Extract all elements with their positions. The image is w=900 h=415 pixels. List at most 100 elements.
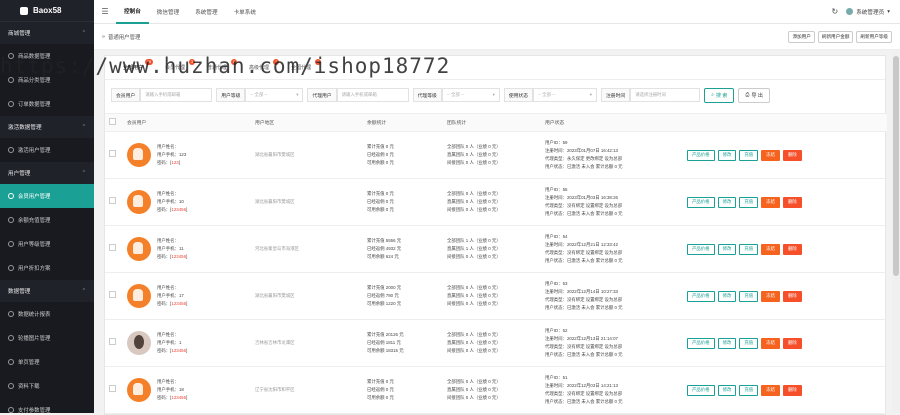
checkbox[interactable]: [109, 244, 116, 251]
delete-button[interactable]: 删除: [783, 197, 802, 208]
row-select[interactable]: [105, 320, 123, 367]
sidebar-item[interactable]: 用户等级管理: [0, 232, 94, 256]
app-logo[interactable]: Baox58: [0, 0, 94, 22]
freeze-button[interactable]: 冻结: [761, 244, 780, 255]
user-tab[interactable]: 高级代理1: [239, 56, 279, 80]
checkbox[interactable]: [109, 338, 116, 345]
menu-item-icon: [8, 77, 14, 83]
region-cell: 辽宁省沈阳市和平区: [251, 367, 363, 414]
status-cell: 用户ID：53注册时间：2022年12月14日 10:27:33代理类型：没有绑…: [541, 273, 683, 320]
row-select[interactable]: [105, 367, 123, 414]
sidebar-item[interactable]: 单页管理: [0, 350, 94, 374]
price-button[interactable]: 产品价格: [687, 291, 715, 302]
user-tab[interactable]: 普通代理8: [197, 56, 237, 80]
user-tab[interactable]: 全部用户99: [113, 56, 153, 80]
freeze-button[interactable]: 冻结: [761, 385, 780, 396]
delete-button[interactable]: 删除: [783, 244, 802, 255]
menu-item-icon: [8, 147, 14, 153]
price-button[interactable]: 产品价格: [687, 197, 715, 208]
member-input[interactable]: 请输入手机或邮箱: [140, 88, 212, 102]
page-scrollbar[interactable]: [892, 50, 900, 413]
checkbox[interactable]: [109, 291, 116, 298]
sidebar-item[interactable]: 会员用户管理: [0, 184, 94, 208]
user-tab[interactable]: 全国代理1: [281, 56, 321, 80]
search-button[interactable]: ⌕搜 索: [704, 88, 734, 103]
sidebar-item[interactable]: 支付参数管理: [0, 398, 94, 413]
recharge-button[interactable]: 充值: [739, 244, 758, 255]
sidebar-item[interactable]: 激活用户管理: [0, 138, 94, 162]
sidebar-item[interactable]: 订单数据管理: [0, 92, 94, 116]
sidebar-group-label: 商城管理: [8, 29, 30, 37]
row-select[interactable]: [105, 226, 123, 273]
user-menu[interactable]: 系统管理员 ▾: [846, 8, 890, 16]
delete-button[interactable]: 删除: [783, 291, 802, 302]
price-button[interactable]: 产品价格: [687, 385, 715, 396]
member-filter-label: 会员用户: [111, 88, 140, 102]
time-input[interactable]: 请选择注册时间: [630, 88, 700, 102]
top-nav-item[interactable]: 系统管理: [187, 0, 225, 24]
price-button[interactable]: 产品价格: [687, 150, 715, 161]
level-select[interactable]: -- 全部 --▾: [245, 88, 303, 102]
recharge-button[interactable]: 充值: [739, 197, 758, 208]
delete-button[interactable]: 删除: [783, 385, 802, 396]
checkbox[interactable]: [109, 118, 116, 125]
row-select[interactable]: [105, 132, 123, 179]
status-select[interactable]: -- 全部 --▾: [533, 88, 597, 102]
freeze-button[interactable]: 冻结: [761, 338, 780, 349]
delete-button[interactable]: 删除: [783, 338, 802, 349]
checkbox[interactable]: [109, 150, 116, 157]
edit-button[interactable]: 修改: [718, 385, 737, 396]
freeze-button[interactable]: 冻结: [761, 197, 780, 208]
sidebar-group[interactable]: 商城管理⌃: [0, 22, 94, 44]
checkbox[interactable]: [109, 197, 116, 204]
top-nav-item[interactable]: 控制台: [116, 0, 149, 24]
sidebar-item[interactable]: 商品数据管理: [0, 44, 94, 68]
sidebar-group[interactable]: 数据管理⌃: [0, 280, 94, 302]
scrollbar-thumb[interactable]: [893, 56, 899, 276]
user-tab[interactable]: 会员代理3: [155, 56, 195, 80]
header-button[interactable]: 添加用户: [788, 31, 814, 43]
header-button[interactable]: 刷新用户金额: [818, 31, 854, 43]
edit-button[interactable]: 修改: [718, 244, 737, 255]
recharge-button[interactable]: 充值: [739, 150, 758, 161]
agent-level-select[interactable]: -- 全部 --▾: [442, 88, 500, 102]
checkbox[interactable]: [109, 385, 116, 392]
row-select[interactable]: [105, 179, 123, 226]
sidebar-item[interactable]: 余额充值管理: [0, 208, 94, 232]
edit-button[interactable]: 修改: [718, 338, 737, 349]
top-nav-item[interactable]: 卡单系统: [226, 0, 264, 24]
freeze-button[interactable]: 冻结: [761, 291, 780, 302]
recharge-button[interactable]: 充值: [739, 291, 758, 302]
edit-button[interactable]: 修改: [718, 197, 737, 208]
sidebar-group[interactable]: 激活数据管理⌃: [0, 116, 94, 138]
sidebar-item[interactable]: 数据统计报表: [0, 302, 94, 326]
top-nav-item[interactable]: 微信管理: [149, 0, 187, 24]
menu-toggle-icon[interactable]: ☰: [94, 7, 116, 16]
chevron-down-icon: ▾: [296, 92, 298, 98]
price-button[interactable]: 产品价格: [687, 244, 715, 255]
edit-button[interactable]: 修改: [718, 291, 737, 302]
freeze-button[interactable]: 冻结: [761, 150, 780, 161]
export-button[interactable]: ⎙导 出: [738, 88, 769, 103]
sidebar: Baox58 商城管理⌃商品数据管理商品分类管理订单数据管理激活数据管理⌃激活用…: [0, 0, 94, 413]
refresh-icon[interactable]: ↻: [832, 7, 839, 16]
status-line: 用户ID：59: [545, 139, 683, 147]
sidebar-group[interactable]: 用户管理⌃: [0, 162, 94, 184]
header-button[interactable]: 刷新用户等级: [856, 31, 892, 43]
team-line: 直属团队 0 人（业绩 0 元）: [447, 198, 541, 206]
price-button[interactable]: 产品价格: [687, 338, 715, 349]
sidebar-item[interactable]: 轮播图片管理: [0, 326, 94, 350]
balance-line: 已经返佣 4932 元: [367, 245, 443, 253]
recharge-button[interactable]: 充值: [739, 338, 758, 349]
delete-button[interactable]: 删除: [783, 150, 802, 161]
row-select[interactable]: [105, 273, 123, 320]
edit-button[interactable]: 修改: [718, 150, 737, 161]
sidebar-item[interactable]: 用户折扣方案: [0, 256, 94, 280]
sidebar-item[interactable]: 资料下载: [0, 374, 94, 398]
avatar: [127, 284, 151, 308]
agent-input[interactable]: 请输入手机或邮箱: [337, 88, 409, 102]
select-all[interactable]: [105, 114, 123, 132]
recharge-button[interactable]: 充值: [739, 385, 758, 396]
row-actions: 产品价格修改充值冻结删除: [687, 150, 887, 161]
sidebar-item[interactable]: 商品分类管理: [0, 68, 94, 92]
